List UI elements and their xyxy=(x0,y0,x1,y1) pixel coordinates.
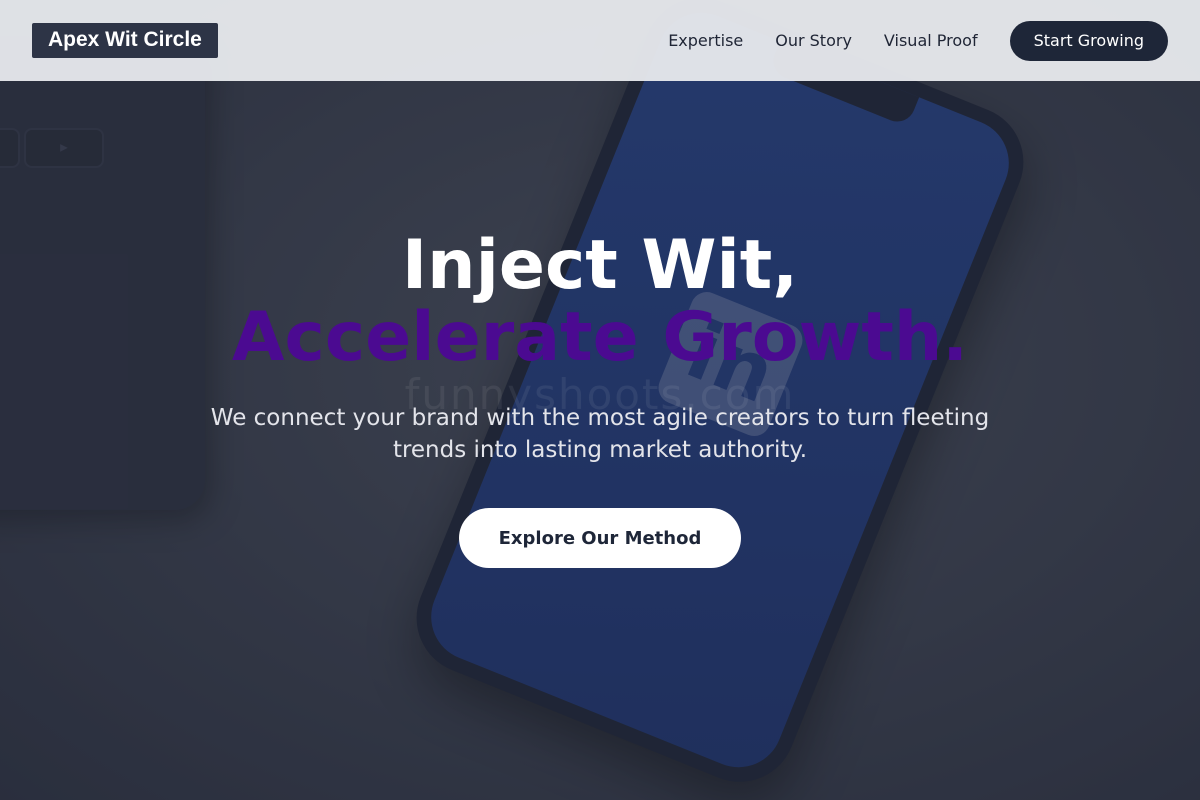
hero-subtitle: We connect your brand with the most agil… xyxy=(210,405,990,463)
nav-links: Expertise Our Story Visual Proof Start G… xyxy=(668,20,1168,61)
hero-section: ▶ in funnyshoots.com Inject Wit, Acceler… xyxy=(0,0,1200,800)
brand-logo[interactable]: Apex Wit Circle xyxy=(32,23,218,58)
headline-line-2: Accelerate Growth. xyxy=(231,298,969,377)
nav-link-expertise[interactable]: Expertise xyxy=(668,31,743,50)
headline-line-1: Inject Wit, xyxy=(401,226,799,305)
nav-link-visual-proof[interactable]: Visual Proof xyxy=(884,31,978,50)
hero-headline: Inject Wit, Accelerate Growth. xyxy=(0,230,1200,374)
top-navbar: Apex Wit Circle Expertise Our Story Visu… xyxy=(0,0,1200,81)
explore-method-button[interactable]: Explore Our Method xyxy=(459,508,741,568)
hero-content: Inject Wit, Accelerate Growth. We connec… xyxy=(0,230,1200,568)
start-growing-button[interactable]: Start Growing xyxy=(1009,20,1168,61)
nav-link-our-story[interactable]: Our Story xyxy=(775,31,852,50)
